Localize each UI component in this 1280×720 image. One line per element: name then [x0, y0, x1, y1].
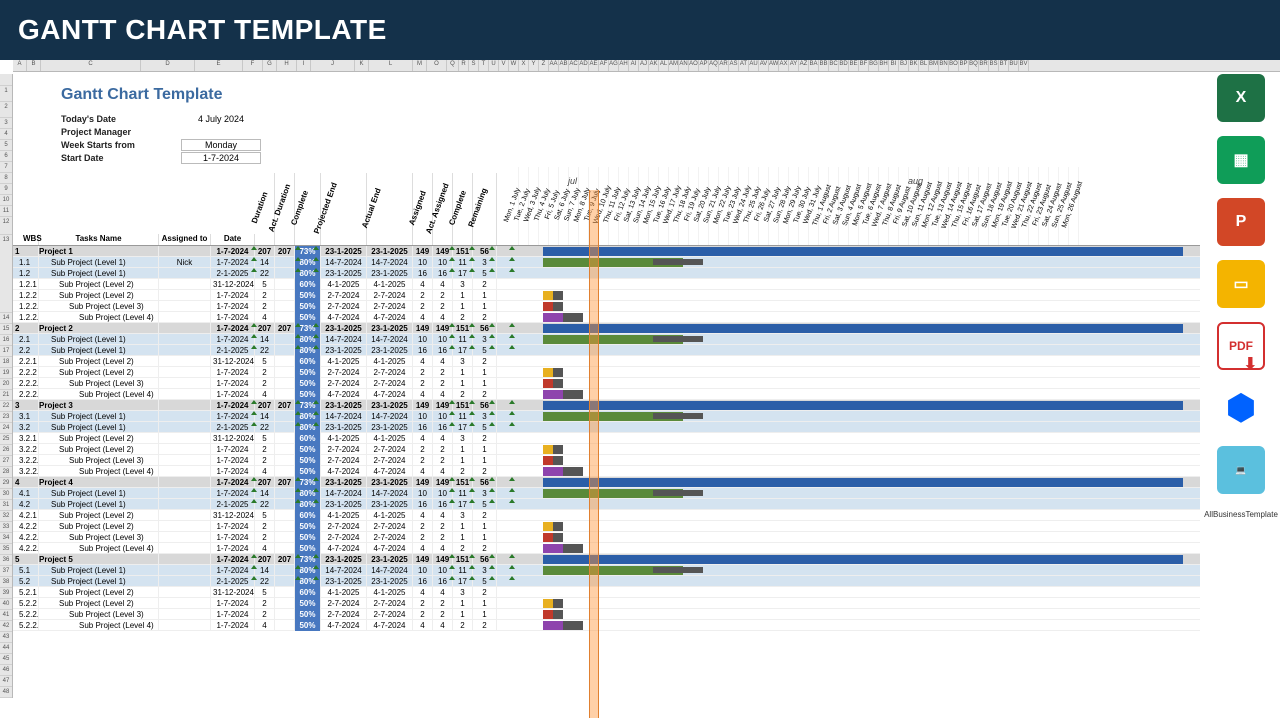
- header-title: GANTT CHART TEMPLATE: [18, 14, 387, 45]
- today-marker: [589, 190, 599, 718]
- table-row[interactable]: 1.2.2.1Sub Project (Level 3)1-7-2024250%…: [13, 301, 1200, 312]
- hdr-assign: Assigned to: [159, 234, 211, 245]
- table-row[interactable]: 3.2.2Sub Project (Level 2)1-7-2024250%2-…: [13, 444, 1200, 455]
- meta-week-label: Week Starts from: [61, 140, 181, 150]
- meta-start-value[interactable]: 1-7-2024: [181, 152, 261, 164]
- table-row[interactable]: 4.1Sub Project (Level 1)1-7-20241480%14-…: [13, 488, 1200, 499]
- meta-pm-label: Project Manager: [61, 127, 181, 137]
- column-ruler: ABCDEFGHIJKLMOQRSTUVWXYZAAABACADAEAFAGAH…: [13, 60, 1280, 72]
- allbusinesstemplates-icon[interactable]: 💻: [1217, 446, 1265, 494]
- table-row[interactable]: 2Project 21-7-202420720773%23-1-202523-1…: [13, 323, 1200, 334]
- table-row[interactable]: 4.2Sub Project (Level 1)2-1-20252280%23-…: [13, 499, 1200, 510]
- table-row[interactable]: 3Project 31-7-202420720773%23-1-202523-1…: [13, 400, 1200, 411]
- meta-today-label: Today's Date: [61, 114, 181, 124]
- pdf-icon[interactable]: PDF⬇: [1217, 322, 1265, 370]
- google-slides-icon[interactable]: ▭: [1217, 260, 1265, 308]
- table-row[interactable]: 5.2.2.1.1Sub Project (Level 4)1-7-202445…: [13, 620, 1200, 631]
- meta-start-label: Start Date: [61, 153, 181, 163]
- meta-week-value[interactable]: Monday: [181, 139, 261, 151]
- google-sheets-icon[interactable]: ▦: [1217, 136, 1265, 184]
- table-row[interactable]: 4.2.2.1Sub Project (Level 3)1-7-2024250%…: [13, 532, 1200, 543]
- table-row[interactable]: 5.2.1Sub Project (Level 2)31-12-2024560%…: [13, 587, 1200, 598]
- dropbox-icon[interactable]: ⬢: [1217, 384, 1265, 432]
- grid-header-row: WBS Tasks Name Assigned to Date Duration…: [13, 168, 1200, 246]
- table-row[interactable]: 3.1Sub Project (Level 1)1-7-20241480%14-…: [13, 411, 1200, 422]
- table-row[interactable]: 2.2.2.1.1Sub Project (Level 4)1-7-202445…: [13, 389, 1200, 400]
- table-row[interactable]: 2.2.2.1Sub Project (Level 3)1-7-2024250%…: [13, 378, 1200, 389]
- table-row[interactable]: 2.1Sub Project (Level 1)1-7-20241480%14-…: [13, 334, 1200, 345]
- table-row[interactable]: 1.2.2.1.1Sub Project (Level 4)1-7-202445…: [13, 312, 1200, 323]
- table-row[interactable]: 5.2.2Sub Project (Level 2)1-7-2024250%2-…: [13, 598, 1200, 609]
- hdr-task: Tasks Name: [39, 234, 159, 245]
- row-ruler: 1234567891011121314151617181920212223242…: [0, 74, 13, 698]
- table-row[interactable]: 5.2.2.1Sub Project (Level 3)1-7-2024250%…: [13, 609, 1200, 620]
- export-icons-sidebar: X ▦ P ▭ PDF⬇ ⬢ 💻 AllBusinessTemplate: [1208, 74, 1274, 519]
- powerpoint-icon[interactable]: P: [1217, 198, 1265, 246]
- excel-icon[interactable]: X: [1217, 74, 1265, 122]
- table-row[interactable]: 1.1Sub Project (Level 1)Nick1-7-20241480…: [13, 257, 1200, 268]
- table-row[interactable]: 2.2Sub Project (Level 1)2-1-20252280%23-…: [13, 345, 1200, 356]
- table-row[interactable]: 4.2.1Sub Project (Level 2)31-12-2024560%…: [13, 510, 1200, 521]
- meta-today-value: 4 July 2024: [181, 114, 261, 124]
- table-row[interactable]: 3.2.2.1.1Sub Project (Level 4)1-7-202445…: [13, 466, 1200, 477]
- footer-logo-text: AllBusinessTemplate: [1204, 510, 1278, 519]
- table-row[interactable]: 3.2.1Sub Project (Level 2)31-12-2024560%…: [13, 433, 1200, 444]
- table-row[interactable]: 3.2Sub Project (Level 1)2-1-20252280%23-…: [13, 422, 1200, 433]
- table-row[interactable]: 4Project 41-7-202420720773%23-1-202523-1…: [13, 477, 1200, 488]
- table-row[interactable]: 1.2.2Sub Project (Level 2)1-7-2024250%2-…: [13, 290, 1200, 301]
- table-row[interactable]: 1.2.1Sub Project (Level 2)31-12-2024560%…: [13, 279, 1200, 290]
- table-row[interactable]: 4.2.2Sub Project (Level 2)1-7-2024250%2-…: [13, 521, 1200, 532]
- spreadsheet-area: Gantt Chart Template Today's Date4 July …: [13, 74, 1200, 720]
- gantt-grid: WBS Tasks Name Assigned to Date Duration…: [13, 168, 1200, 631]
- table-row[interactable]: 5.1Sub Project (Level 1)1-7-20241480%14-…: [13, 565, 1200, 576]
- page-header: GANTT CHART TEMPLATE: [0, 0, 1280, 60]
- table-row[interactable]: 1Project 11-7-202420720773%23-1-202523-1…: [13, 246, 1200, 257]
- table-row[interactable]: 1.2Sub Project (Level 1)2-1-20252280%23-…: [13, 268, 1200, 279]
- hdr-wbs: WBS: [13, 234, 39, 245]
- table-row[interactable]: 2.2.2Sub Project (Level 2)1-7-2024250%2-…: [13, 367, 1200, 378]
- table-row[interactable]: 5Project 51-7-202420720773%23-1-202523-1…: [13, 554, 1200, 565]
- table-row[interactable]: 2.2.1Sub Project (Level 2)31-12-2024560%…: [13, 356, 1200, 367]
- table-row[interactable]: 4.2.2.1.1Sub Project (Level 4)1-7-202445…: [13, 543, 1200, 554]
- table-row[interactable]: 3.2.2.1Sub Project (Level 3)1-7-2024250%…: [13, 455, 1200, 466]
- table-row[interactable]: 5.2Sub Project (Level 1)2-1-20252280%23-…: [13, 576, 1200, 587]
- document-title: Gantt Chart Template: [61, 86, 1152, 104]
